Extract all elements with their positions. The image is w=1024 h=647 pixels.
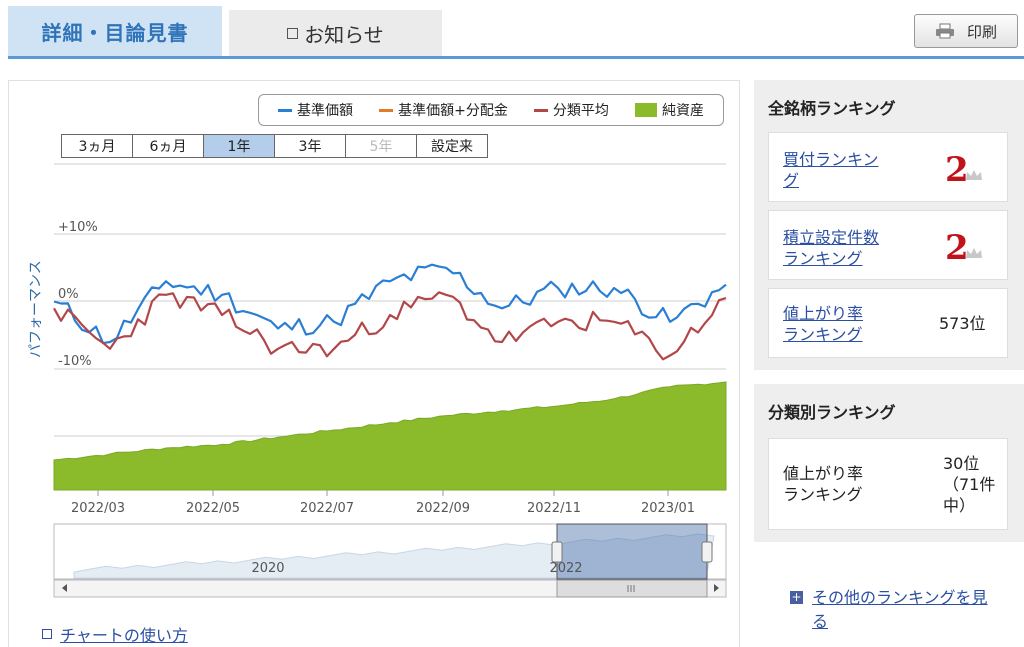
navigator-scroll-thumb <box>556 579 708 598</box>
ranking-label-line: ランキング <box>783 485 863 504</box>
other-ranking-label: その他のランキングを見 る <box>812 586 1010 634</box>
other-ranking-line: その他のランキングを見 <box>812 588 988 607</box>
ranking-card-category-return: 値上がり率 ランキング 30位 （71件 中） <box>768 438 1008 530</box>
x-tick-label: 2022/05 <box>186 501 240 516</box>
rank-line: （71件 <box>943 475 996 494</box>
x-tick-label: 2022/07 <box>300 501 354 516</box>
performance-chart[interactable]: +10%0%-10% 2022/03 2022/05 2022/07 2022/09 2… <box>0 0 740 610</box>
ranking-accumulation-link[interactable]: 積立設定件数 ランキング <box>783 227 879 269</box>
chart-help-label: チャートの使い方 <box>60 626 188 645</box>
chart-navigator[interactable]: 2020 2022 <box>53 523 727 598</box>
navigator-handle <box>701 541 713 563</box>
rank-position: 30位 （71件 中） <box>943 453 995 516</box>
ranking-all-title: 全銘柄ランキング <box>768 99 896 118</box>
x-tick-labels: 2022/03 2022/05 2022/07 2022/09 2022/11 2023/… <box>71 490 695 516</box>
ranking-category-title: 分類別ランキング <box>768 403 896 422</box>
chart-help-link[interactable]: チャートの使い方 <box>42 622 188 646</box>
ranking-card-accumulation: 積立設定件数 ランキング 2 <box>768 210 1008 280</box>
x-tick-label: 2022/09 <box>416 501 470 516</box>
y-tick-labels: +10% 0% -10% <box>58 220 98 369</box>
ranking-card-purchase: 買付ランキン グ 2 <box>768 132 1008 202</box>
ranking-link-line: ランキング <box>783 325 863 344</box>
y-tick-label: -10% <box>58 354 92 369</box>
plus-icon: + <box>790 590 803 604</box>
navigator-handle <box>551 541 563 563</box>
ranking-link-line: ランキング <box>783 249 863 268</box>
category-average-line <box>53 291 727 361</box>
navigator-tick-label: 2020 <box>251 561 284 576</box>
ranking-category-label: 値上がり率 ランキング <box>783 463 863 505</box>
ranking-all-panel: 全銘柄ランキング 買付ランキン グ 2 積立設定件数 ランキング 2 値上がり率… <box>754 80 1024 370</box>
print-button[interactable]: 印刷 <box>914 14 1018 48</box>
crown-icon <box>966 170 982 180</box>
ranking-purchase-link[interactable]: 買付ランキン グ <box>783 149 879 191</box>
nav-line <box>53 263 727 345</box>
rank-position: 573位 <box>939 314 986 333</box>
ranking-return-link[interactable]: 値上がり率 ランキング <box>783 303 863 345</box>
ranking-link-line: 買付ランキン <box>783 150 879 169</box>
crown-icon <box>966 248 982 258</box>
ranking-card-return: 値上がり率 ランキング 573位 <box>768 288 1008 358</box>
y-tick-label: 0% <box>58 287 79 302</box>
ranking-label-line: 値上がり率 <box>783 464 864 483</box>
other-ranking-line: る <box>812 612 829 631</box>
ranking-link-line: 積立設定件数 <box>783 228 880 247</box>
rank-line: 中） <box>943 496 976 515</box>
x-tick-label: 2022/11 <box>527 501 581 516</box>
printer-icon <box>935 23 954 39</box>
navigator-tick-label: 2022 <box>549 561 582 576</box>
series-lines-layer <box>53 263 727 361</box>
x-tick-label: 2023/01 <box>641 501 695 516</box>
y-tick-label: +10% <box>58 220 98 235</box>
print-button-label: 印刷 <box>966 22 997 41</box>
rank-line: 30位 <box>943 454 980 473</box>
ranking-category-panel: 分類別ランキング 値上がり率 ランキング 30位 （71件 中） <box>754 384 1024 542</box>
x-tick-label: 2022/03 <box>71 501 125 516</box>
ranking-link-line: グ <box>783 171 800 190</box>
window-icon <box>42 629 52 639</box>
ranking-link-line: 値上がり率 <box>783 304 864 323</box>
